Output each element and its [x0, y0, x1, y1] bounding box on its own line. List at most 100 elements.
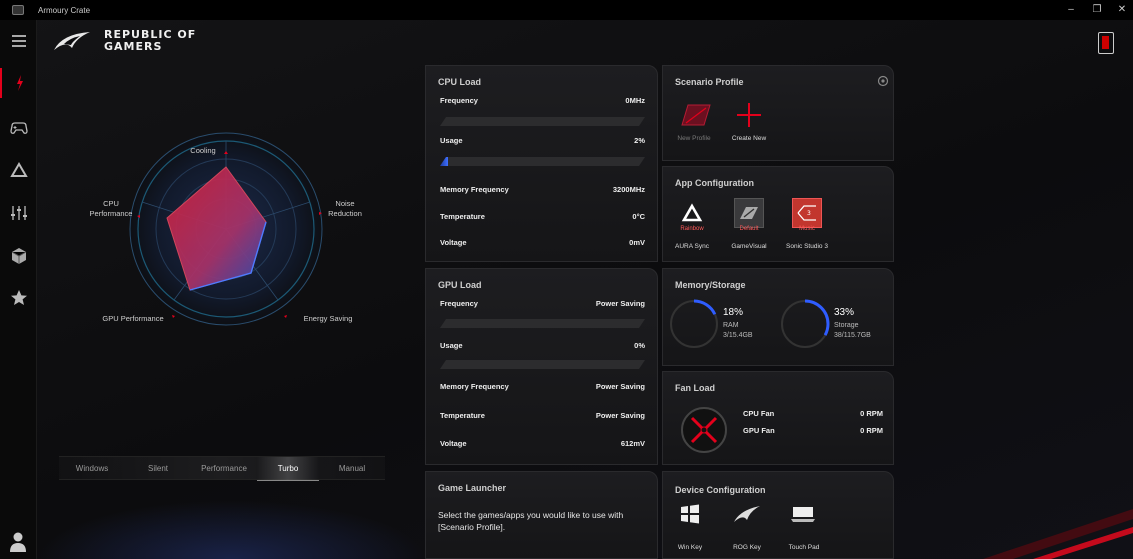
gpu-temp-row: Temperature Power Saving — [440, 411, 645, 423]
app-configuration-card: App Configuration Rainbow AURA Sync Defa… — [662, 166, 894, 262]
gpu-frequency-value: Power Saving — [595, 299, 645, 308]
gpu-usage-value: 0% — [634, 341, 645, 350]
gamevisual-tag: Default — [739, 226, 759, 232]
cpu-usage-row: Usage 2% — [440, 136, 645, 148]
gamevisual-label: GameVisual — [731, 243, 767, 250]
cpu-usage-value: 2% — [634, 136, 645, 145]
gear-icon[interactable] — [877, 75, 889, 87]
performance-radar: Cooling Noise Reduction Energy Saving GP… — [40, 60, 420, 460]
mode-performance[interactable]: Performance — [191, 457, 257, 481]
gpu-usage-row: Usage 0% — [440, 341, 645, 353]
gpu-load-title: GPU Load — [438, 280, 482, 290]
cpu-voltage-label: Voltage — [440, 238, 467, 247]
touch-pad-label: Touch Pad — [788, 544, 820, 551]
cpu-usage-label: Usage — [440, 136, 463, 145]
equalizer-icon[interactable] — [0, 198, 37, 228]
memory-storage-title: Memory/Storage — [675, 280, 746, 290]
ram-gauge — [669, 299, 719, 349]
cpu-memfreq-row: Memory Frequency 3200MHz — [440, 185, 645, 197]
device-battery-icon[interactable] — [1098, 32, 1114, 54]
minimize-button[interactable]: – — [1061, 2, 1081, 18]
gpu-voltage-label: Voltage — [440, 439, 467, 448]
rog-eye-icon — [54, 32, 90, 50]
rog-logo: REPUBLIC OF GAMERS — [52, 28, 222, 56]
new-profile-icon[interactable] — [678, 101, 712, 129]
sonic-studio-icon[interactable]: 3 — [792, 198, 822, 228]
gpu-usage-label: Usage — [440, 341, 463, 350]
cpu-memfreq-label: Memory Frequency — [440, 185, 509, 194]
cpu-frequency-bar — [440, 117, 645, 126]
brand-line2: GAMERS — [104, 40, 163, 53]
app-window: Armoury Crate – ❐ ✕ REPUBLIC OF GAMERS C… — [0, 0, 1133, 559]
restore-button[interactable]: ❐ — [1087, 2, 1107, 18]
game-launcher-card[interactable]: Game Launcher Select the games/apps you … — [425, 471, 658, 559]
bottom-glow — [37, 500, 427, 559]
cpu-usage-fill — [440, 157, 448, 166]
gpu-frequency-bar — [440, 319, 645, 328]
fan-load-card: Fan Load CPU Fan 0 RPM GPU Fan 0 RPM — [662, 371, 894, 465]
gamevisual-icon[interactable] — [734, 198, 764, 228]
cpu-frequency-row: Frequency 0MHz — [440, 96, 645, 108]
sonic-studio-tag: Music — [799, 226, 815, 232]
user-icon[interactable] — [8, 531, 28, 553]
gpu-fan-row: GPU Fan 0 RPM — [743, 426, 883, 438]
cpu-temp-label: Temperature — [440, 212, 485, 221]
star-icon[interactable] — [0, 283, 37, 313]
system-icon[interactable] — [0, 68, 37, 98]
scenario-profile-card: Scenario Profile New Profile Create New — [662, 65, 894, 161]
cube-icon[interactable] — [0, 241, 37, 271]
sidebar — [0, 20, 37, 559]
gpu-usage-bar — [440, 360, 645, 369]
aura-sync-label: AURA Sync — [675, 243, 709, 250]
mode-manual[interactable]: Manual — [319, 457, 385, 481]
cpu-fan-label: CPU Fan — [743, 409, 775, 418]
storage-gauge — [780, 299, 830, 349]
mode-windows[interactable]: Windows — [59, 457, 125, 481]
brand-line1: REPUBLIC OF — [104, 28, 197, 41]
gpu-fan-label: GPU Fan — [743, 426, 775, 435]
app-configuration-title: App Configuration — [675, 178, 754, 188]
aura-icon[interactable] — [0, 155, 37, 185]
radar-label-energy: Energy Saving — [303, 314, 353, 323]
svg-text:3: 3 — [807, 210, 811, 217]
window-title: Armoury Crate — [38, 5, 91, 15]
ram-percent: 18% — [723, 307, 744, 318]
storage-detail: 38/115.7GB — [834, 332, 871, 339]
radar-label-gpu: GPU Performance — [102, 314, 164, 323]
storage-label: Storage — [834, 322, 859, 329]
mode-silent[interactable]: Silent — [125, 457, 191, 481]
app-logo-icon — [12, 5, 24, 15]
menu-icon[interactable] — [0, 26, 37, 56]
mode-turbo[interactable]: Turbo — [257, 457, 319, 481]
ram-detail: 3/15.4GB — [723, 332, 753, 339]
cpu-temp-value: 0°C — [632, 212, 645, 221]
aura-sync-tag: Rainbow — [680, 226, 704, 232]
close-button[interactable]: ✕ — [1112, 2, 1132, 18]
gamepad-icon[interactable] — [0, 113, 37, 143]
create-new-label: Create New — [731, 135, 767, 142]
radar-label-cooling: Cooling — [190, 146, 216, 155]
gpu-fan-value: 0 RPM — [860, 426, 883, 435]
red-accent-decoration — [983, 509, 1133, 559]
touch-pad-icon[interactable] — [790, 505, 816, 523]
gpu-load-card: GPU Load Frequency Power Saving Usage 0% M… — [425, 268, 658, 465]
aura-sync-icon[interactable] — [677, 198, 707, 228]
gpu-voltage-value: 612mV — [620, 439, 645, 448]
win-key-icon[interactable] — [679, 503, 701, 525]
new-profile-label: New Profile — [677, 135, 711, 142]
cpu-memfreq-value: 3200MHz — [612, 185, 645, 194]
title-bar: Armoury Crate – ❐ ✕ — [0, 0, 1133, 20]
cpu-fan-value: 0 RPM — [860, 409, 883, 418]
gpu-memfreq-label: Memory Frequency — [440, 382, 509, 391]
gpu-temp-value: Power Saving — [595, 411, 645, 420]
rog-key-icon[interactable] — [733, 505, 761, 523]
create-new-icon[interactable] — [736, 102, 762, 128]
scenario-profile-title: Scenario Profile — [675, 77, 744, 87]
win-key-label: Win Key — [677, 544, 703, 551]
cpu-fan-row: CPU Fan 0 RPM — [743, 409, 883, 421]
radar-label-cpu: CPU Performance — [89, 199, 133, 218]
cpu-voltage-row: Voltage 0mV — [440, 238, 645, 250]
gpu-frequency-row: Frequency Power Saving — [440, 299, 645, 311]
gpu-memfreq-value: Power Saving — [595, 382, 645, 391]
game-launcher-text: Select the games/apps you would like to … — [438, 510, 624, 532]
